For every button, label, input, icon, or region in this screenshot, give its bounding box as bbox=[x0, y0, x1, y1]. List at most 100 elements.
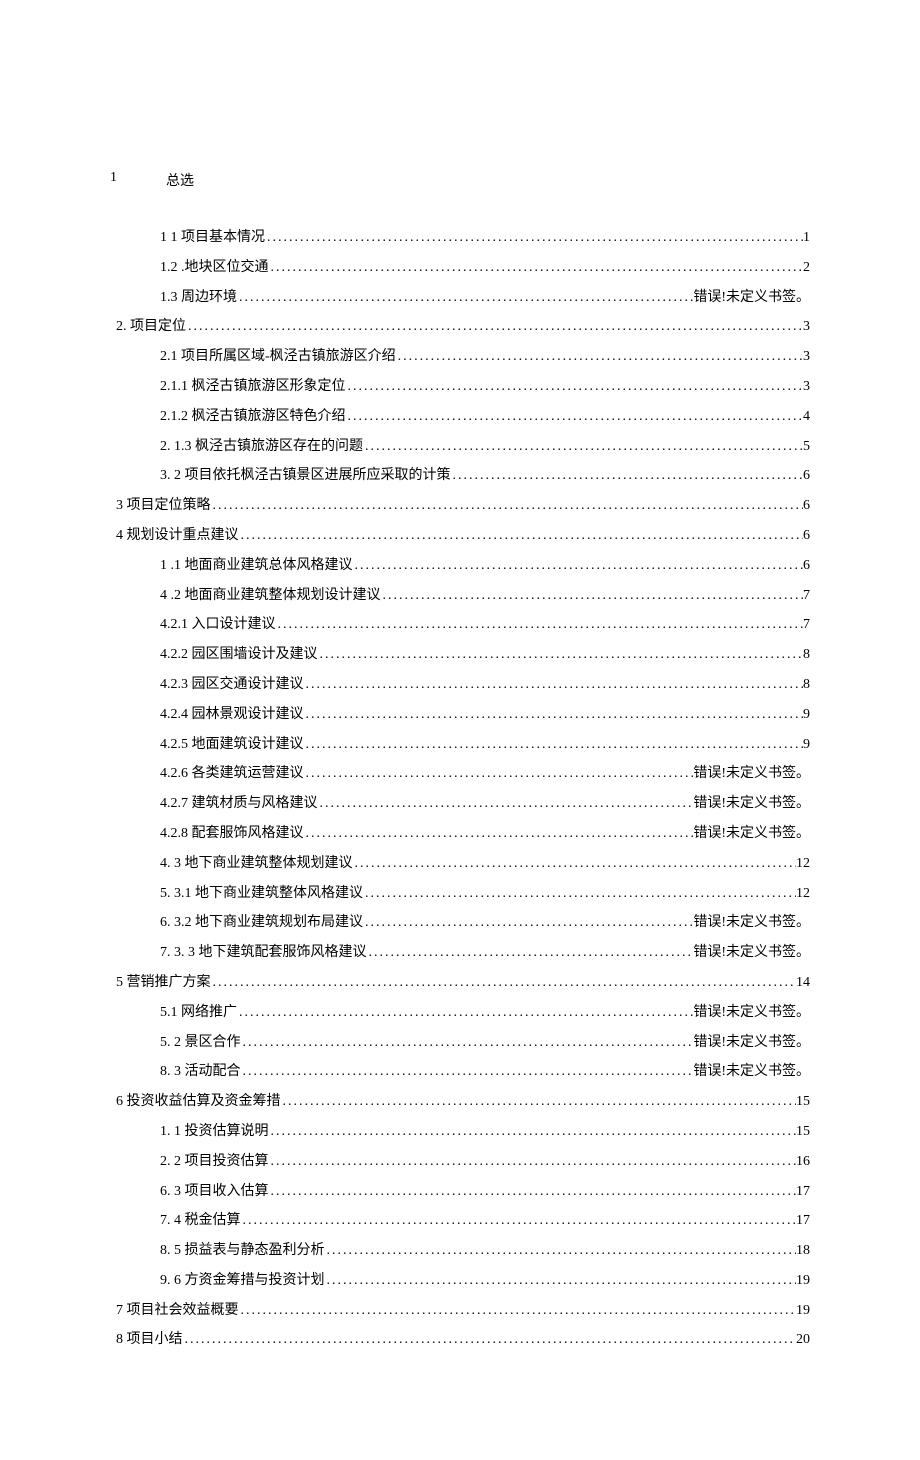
toc-page: 3 bbox=[803, 317, 810, 337]
toc-label: 5.1 网络推广 bbox=[160, 1003, 237, 1023]
toc-line: 4.2.8 配套服饰风格建议错误!未定义书签。 bbox=[116, 824, 810, 844]
toc-line: 8. 3 活动配合错误!未定义书签。 bbox=[116, 1062, 810, 1082]
toc-leader bbox=[367, 943, 694, 963]
toc-line: 4. 3 地下商业建筑整体规划建议12 bbox=[116, 854, 810, 874]
heading-title: 总选 bbox=[166, 170, 194, 190]
toc-leader bbox=[304, 705, 804, 725]
toc-label: 4.2.2 园区围墙设计及建议 bbox=[160, 645, 318, 665]
toc-line: 4.2.2 园区围墙设计及建议 8 bbox=[116, 645, 810, 665]
toc-leader bbox=[269, 258, 804, 278]
toc-leader bbox=[241, 1033, 694, 1053]
toc-page: 3 bbox=[803, 347, 810, 367]
toc-leader bbox=[241, 1062, 694, 1082]
toc-line: 4.2.4 园林景观设计建议 9 bbox=[116, 705, 810, 725]
toc-page: 错误!未定义书签。 bbox=[693, 1003, 810, 1023]
toc-label: 6 投资收益估算及资金筹措 bbox=[116, 1092, 281, 1112]
toc-label: 2. 1.3 枫泾古镇旅游区存在的问题 bbox=[160, 437, 363, 457]
toc-label: 3 项目定位策略 bbox=[116, 496, 211, 516]
toc-page: 7 bbox=[803, 586, 810, 606]
toc-line: 3 项目定位策略 6 bbox=[116, 496, 810, 516]
toc-label: 4.2.1 入口设计建议 bbox=[160, 615, 276, 635]
toc-page: 17 bbox=[796, 1182, 810, 1202]
toc-label: 1 .1 地面商业建筑总体风格建议 bbox=[160, 556, 353, 576]
toc-leader bbox=[318, 794, 694, 814]
toc-line: 4 规划设计重点建议 6 bbox=[116, 526, 810, 546]
toc-line: 7. 4 税金估算17 bbox=[116, 1211, 810, 1231]
toc-page: 20 bbox=[796, 1330, 810, 1350]
toc-leader bbox=[211, 973, 797, 993]
toc-line: 7. 3. 3 地下建筑配套服饰风格建议错误!未定义书签。 bbox=[116, 943, 810, 963]
toc-page: 9 bbox=[803, 705, 810, 725]
toc-label: 4 规划设计重点建议 bbox=[116, 526, 239, 546]
toc-leader bbox=[241, 1211, 797, 1231]
toc-line: 1 1 项目基本情况 1 bbox=[116, 228, 810, 248]
toc-line: 6. 3.2 地下商业建筑规划布局建议 错误!未定义书签。 bbox=[116, 913, 810, 933]
toc-label: 1 1 项目基本情况 bbox=[160, 228, 265, 248]
toc-label: 9. 6 方资金筹措与投资计划 bbox=[160, 1271, 325, 1291]
toc-page: 7 bbox=[803, 615, 810, 635]
toc-page: 8 bbox=[803, 645, 810, 665]
toc-label: 4.2.7 建筑材质与风格建议 bbox=[160, 794, 318, 814]
toc-leader bbox=[363, 913, 693, 933]
toc-leader bbox=[346, 407, 804, 427]
toc-label: 1.2 .地块区位交通 bbox=[160, 258, 269, 278]
toc-page: 15 bbox=[796, 1122, 810, 1142]
toc-leader bbox=[381, 586, 804, 606]
toc-leader bbox=[363, 884, 796, 904]
toc-heading: 1 总选 bbox=[110, 170, 810, 190]
toc-page: 错误!未定义书签。 bbox=[693, 824, 810, 844]
toc-line: 3. 2 项目依托枫泾古镇景区进展所应采取的计策6 bbox=[116, 466, 810, 486]
toc-line: 2.1.2 枫泾古镇旅游区特色介绍4 bbox=[116, 407, 810, 427]
toc-line: 2. 项目定位3 bbox=[116, 317, 810, 337]
toc-page: 错误!未定义书签。 bbox=[693, 794, 810, 814]
toc-label: 4. 3 地下商业建筑整体规划建议 bbox=[160, 854, 353, 874]
toc-label: 6. 3.2 地下商业建筑规划布局建议 bbox=[160, 913, 363, 933]
toc-label: 1. 1 投资估算说明 bbox=[160, 1122, 269, 1142]
toc-page: 4 bbox=[803, 407, 810, 427]
toc-line: 2.1 项目所属区域-枫泾古镇旅游区介绍 3 bbox=[116, 347, 810, 367]
toc-label: 7. 4 税金估算 bbox=[160, 1211, 241, 1231]
toc-label: 4.2.4 园林景观设计建议 bbox=[160, 705, 304, 725]
toc-line: 7 项目社会效益概要19 bbox=[116, 1301, 810, 1321]
toc-page: 6 bbox=[803, 466, 810, 486]
toc-line: 8 项目小结20 bbox=[116, 1330, 810, 1350]
toc-leader bbox=[363, 437, 803, 457]
toc-page: 错误!未定义书签。 bbox=[693, 913, 810, 933]
toc-leader bbox=[353, 556, 804, 576]
toc-line: 5. 3.1 地下商业建筑整体风格建议12 bbox=[116, 884, 810, 904]
toc-page: 8 bbox=[803, 675, 810, 695]
toc-page: 5 bbox=[803, 437, 810, 457]
toc-leader bbox=[304, 675, 804, 695]
toc-leader bbox=[451, 466, 804, 486]
toc-line: 1 .1 地面商业建筑总体风格建议 6 bbox=[116, 556, 810, 576]
toc-page: 6 bbox=[803, 526, 810, 546]
toc-page: 1 bbox=[803, 228, 810, 248]
toc-leader bbox=[269, 1122, 797, 1142]
toc-label: 8. 5 损益表与静态盈利分析 bbox=[160, 1241, 325, 1261]
toc-line: 1.2 .地块区位交通 2 bbox=[116, 258, 810, 278]
toc-leader bbox=[237, 1003, 693, 1023]
toc-page: 6 bbox=[803, 556, 810, 576]
toc-body: 1 1 项目基本情况11.2 .地块区位交通21.3 周边环境错误!未定义书签。… bbox=[110, 228, 810, 1351]
toc-page: 16 bbox=[796, 1152, 810, 1172]
toc-page: 14 bbox=[796, 973, 810, 993]
toc-leader bbox=[265, 228, 803, 248]
toc-line: 5. 2 景区合作错误!未定义书签。 bbox=[116, 1033, 810, 1053]
toc-line: 4.2.1 入口设计建议 7 bbox=[116, 615, 810, 635]
toc-page: 15 bbox=[796, 1092, 810, 1112]
toc-line: 9. 6 方资金筹措与投资计划19 bbox=[116, 1271, 810, 1291]
toc-line: 5 营销推广方案14 bbox=[116, 973, 810, 993]
toc-label: 4.2.5 地面建筑设计建议 bbox=[160, 735, 304, 755]
toc-leader bbox=[186, 317, 803, 337]
toc-label: 7 项目社会效益概要 bbox=[116, 1301, 239, 1321]
toc-page: 9 bbox=[803, 735, 810, 755]
toc-line: 2.1.1 枫泾古镇旅游区形象定位3 bbox=[116, 377, 810, 397]
toc-label: 2.1 项目所属区域-枫泾古镇旅游区介绍 bbox=[160, 347, 396, 367]
toc-label: 5. 3.1 地下商业建筑整体风格建议 bbox=[160, 884, 363, 904]
toc-leader bbox=[396, 347, 803, 367]
toc-page: 2 bbox=[803, 258, 810, 278]
toc-label: 4 .2 地面商业建筑整体规划设计建议 bbox=[160, 586, 381, 606]
toc-page: 6 bbox=[803, 496, 810, 516]
toc-line: 2. 2 项目投资估算16 bbox=[116, 1152, 810, 1172]
toc-line: 4.2.6 各类建筑运营建议错误!未定义书签。 bbox=[116, 764, 810, 784]
